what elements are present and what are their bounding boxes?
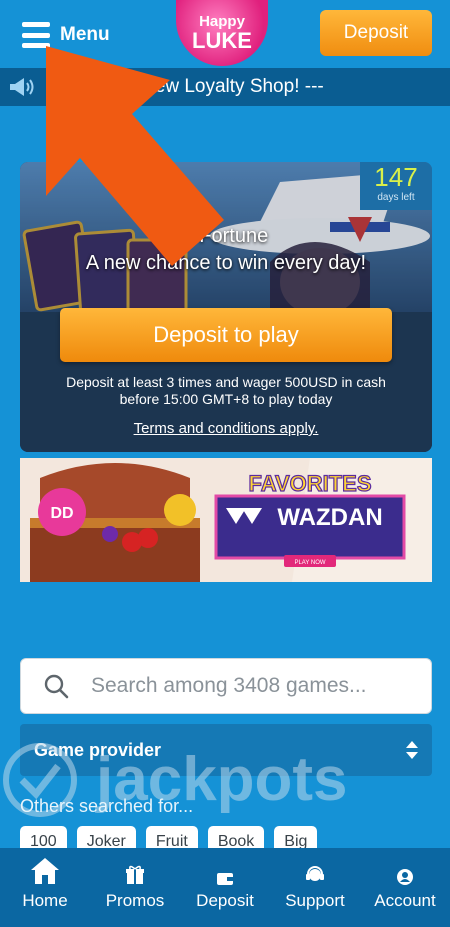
nav-label-deposit: Deposit	[196, 891, 254, 910]
nav-item-deposit[interactable]: Deposit	[180, 848, 270, 927]
menu-button[interactable]: Menu	[22, 22, 110, 48]
days-left-label: days left	[377, 192, 415, 203]
svg-text:DD: DD	[50, 505, 73, 522]
nav-item-support[interactable]: Support	[270, 848, 360, 927]
game-provider-label: Game provider	[34, 739, 162, 760]
gift-icon	[125, 855, 145, 885]
header-deposit-button[interactable]: Deposit	[320, 10, 432, 56]
banner-title: FAVORITES	[248, 471, 371, 496]
nav-item-promos[interactable]: Promos	[90, 848, 180, 927]
promo-card: 147 days left s Fortune A new chance to …	[20, 162, 432, 452]
menu-label: Menu	[60, 24, 110, 45]
user-icon	[397, 855, 413, 885]
sort-arrows-icon	[406, 741, 418, 759]
others-searched-label: Others searched for...	[20, 796, 194, 816]
days-left-count: 147	[374, 162, 418, 192]
game-search-input[interactable]: Search among 3408 games...	[20, 658, 432, 714]
days-left-badge: 147 days left	[360, 162, 432, 210]
headset-icon	[305, 855, 325, 885]
nav-item-home[interactable]: Home	[0, 848, 90, 927]
nav-label-account: Account	[374, 891, 436, 910]
promo-heading: s Fortune	[183, 225, 269, 247]
home-icon	[30, 855, 60, 885]
nav-label-support: Support	[285, 891, 345, 910]
announcement-ticker: r... with our new Loyalty Shop! ---	[0, 68, 450, 106]
promo-subheading: A new chance to win every day!	[85, 252, 367, 274]
search-icon	[21, 658, 91, 714]
banner-brand: WAZDAN	[277, 504, 382, 531]
logo-text-bottom: LUKE	[192, 28, 252, 53]
wazdan-favorites-banner[interactable]: DD FAVORITES WAZDAN PLAY NOW	[20, 458, 432, 582]
hamburger-icon	[22, 22, 50, 48]
nav-label-home: Home	[22, 891, 68, 910]
wallet-icon	[217, 855, 233, 885]
banner-artwork: DD FAVORITES WAZDAN PLAY NOW	[20, 458, 432, 582]
nav-label-promos: Promos	[105, 891, 165, 910]
top-bar: Menu Happy LUKE Deposit	[0, 0, 450, 68]
deposit-to-play-button[interactable]: Deposit to play	[60, 308, 392, 362]
terms-link[interactable]: Terms and conditions apply.	[20, 420, 432, 437]
ticker-text: r... with our new Loyalty Shop! ---	[46, 76, 324, 97]
nav-item-account[interactable]: Account	[360, 848, 450, 927]
banner-play-button: PLAY NOW	[294, 560, 325, 566]
search-placeholder: Search among 3408 games...	[91, 674, 367, 697]
happy-luke-logo[interactable]: Happy LUKE	[176, 0, 268, 66]
promo-description: Deposit at least 3 times and wager 500US…	[66, 374, 386, 407]
logo-mark: Happy LUKE	[192, 13, 252, 53]
megaphone-icon	[0, 68, 42, 106]
bottom-navigation: Home Promos Deposit Support Account	[0, 848, 450, 927]
game-provider-select[interactable]: Game provider	[20, 724, 432, 776]
